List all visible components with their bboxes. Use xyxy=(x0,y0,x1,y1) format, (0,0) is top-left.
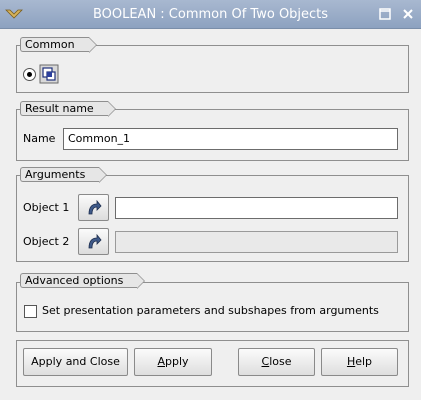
dialog-window: BOOLEAN : Common Of Two Objects Common R… xyxy=(0,0,421,400)
selection-arrow-icon xyxy=(88,200,102,215)
apply-and-close-label: Apply and Close xyxy=(31,355,120,368)
object2-input[interactable] xyxy=(115,231,398,253)
object2-select-button[interactable] xyxy=(78,228,109,255)
object1-select-button[interactable] xyxy=(78,194,109,221)
name-label: Name xyxy=(23,132,56,145)
common-operation-icon[interactable] xyxy=(39,64,59,84)
object2-label: Object 2 xyxy=(23,235,70,248)
common-group xyxy=(16,45,409,93)
common-group-label: Common xyxy=(20,37,97,53)
result-name-group-label: Result name xyxy=(20,101,116,117)
close-icon[interactable] xyxy=(401,7,415,21)
selection-arrow-icon xyxy=(88,234,102,249)
result-name-input[interactable]: Common_1 xyxy=(63,128,398,150)
object1-label: Object 1 xyxy=(23,201,70,214)
apply-button[interactable]: Apply xyxy=(134,348,212,376)
presentation-params-label: Set presentation parameters and subshape… xyxy=(42,304,379,317)
result-name-group-title: Result name xyxy=(25,102,94,115)
app-icon[interactable] xyxy=(5,6,23,22)
advanced-options-group-label: Advanced options xyxy=(20,273,146,289)
title-bar[interactable]: BOOLEAN : Common Of Two Objects xyxy=(0,0,421,29)
arguments-group-label: Arguments xyxy=(20,167,108,183)
advanced-options-group-title: Advanced options xyxy=(25,274,124,287)
common-operation-radio[interactable] xyxy=(23,68,36,81)
common-group-title: Common xyxy=(25,38,75,51)
window-title: BOOLEAN : Common Of Two Objects xyxy=(92,7,329,22)
arguments-group-title: Arguments xyxy=(25,168,86,181)
close-button[interactable]: Close xyxy=(238,348,315,376)
apply-and-close-button[interactable]: Apply and Close xyxy=(23,348,128,376)
maximize-icon[interactable] xyxy=(378,7,392,21)
object1-input[interactable] xyxy=(115,197,398,219)
help-button[interactable]: Help xyxy=(321,348,398,376)
presentation-params-checkbox[interactable] xyxy=(24,305,37,318)
